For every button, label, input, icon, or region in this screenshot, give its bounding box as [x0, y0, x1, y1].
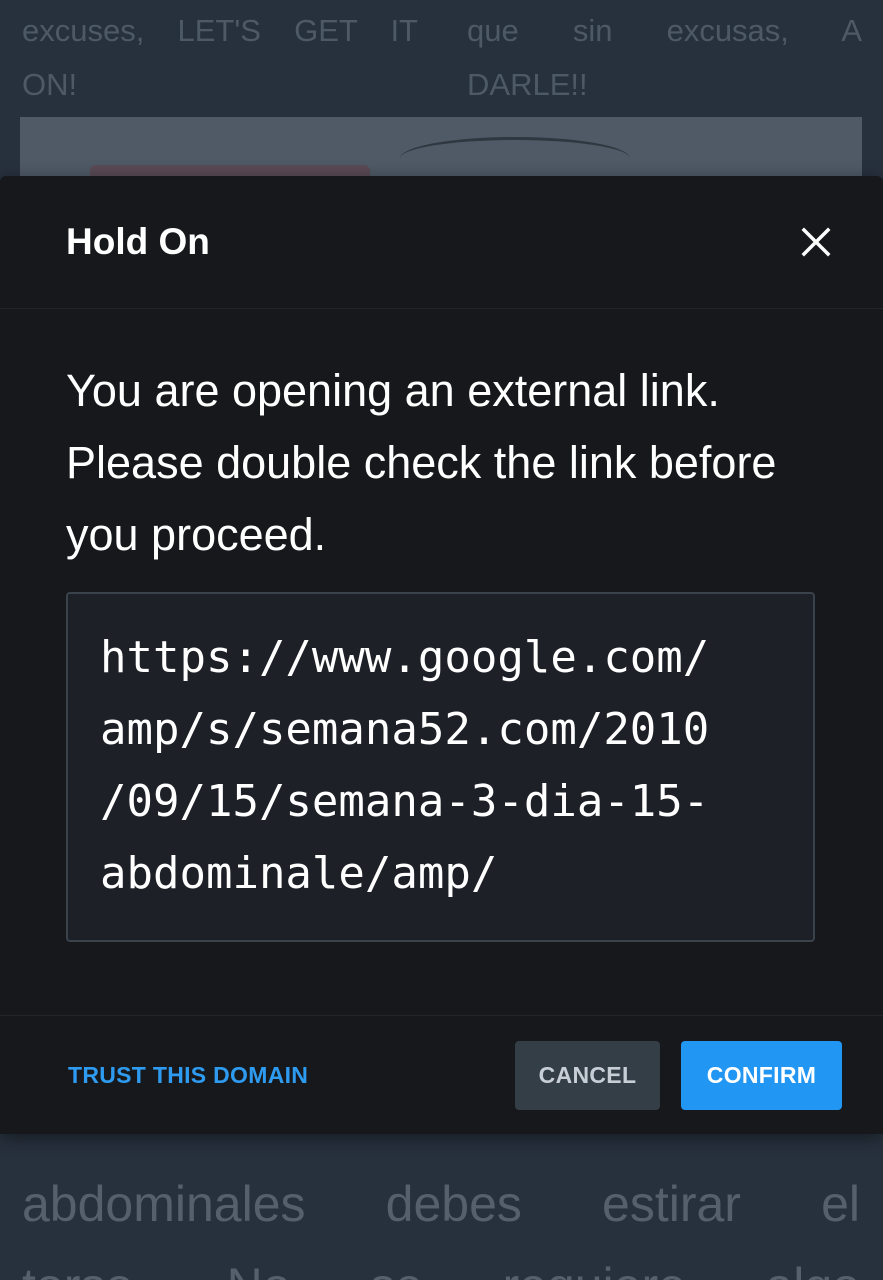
confirm-button[interactable]: CONFIRM: [681, 1041, 842, 1110]
link-url: https://www.google.com/ amp/s/semana52.c…: [100, 622, 790, 910]
link-url-box: https://www.google.com/ amp/s/semana52.c…: [66, 592, 815, 942]
external-link-dialog: Hold On You are opening an external link…: [0, 176, 883, 1134]
trust-domain-button[interactable]: TRUST THIS DOMAIN: [68, 1060, 308, 1090]
link-url-line: abdominale/amp/: [100, 848, 498, 899]
background-text-line: torso. No se requiere algo: [22, 1258, 860, 1280]
dialog-header: Hold On: [0, 176, 883, 309]
background-text-right: que sin excusas, A DARLE!!: [467, 4, 862, 112]
background-text-line: DARLE!!: [467, 67, 588, 102]
background-text-line: abdominales debes estirar el: [22, 1176, 860, 1232]
cancel-button[interactable]: CANCEL: [515, 1041, 660, 1110]
dialog-message: You are opening an external link. Please…: [66, 365, 777, 560]
dialog-title: Hold On: [66, 221, 210, 262]
close-button[interactable]: [790, 216, 842, 268]
background-image-stroke: [400, 137, 630, 180]
background-text-line: que sin excusas, A: [467, 13, 862, 48]
background-text-line: excuses, LET'S GET IT: [22, 13, 418, 48]
dialog-body: You are opening an external link. Please…: [0, 309, 883, 1015]
background-text-left: excuses, LET'S GET IT ON!: [22, 4, 418, 112]
link-url-line: amp/s/semana52.com/2010: [100, 704, 710, 755]
background-text-line: ON!: [22, 67, 78, 102]
link-url-line: https://www.google.com/: [100, 632, 710, 683]
link-url-line: /09/15/semana-3-dia-15-: [100, 776, 710, 827]
close-icon: [801, 227, 831, 257]
dialog-footer: TRUST THIS DOMAIN CANCEL CONFIRM: [0, 1015, 883, 1135]
background-text-bottom: abdominales debes estirar el torso. No s…: [22, 1163, 860, 1280]
